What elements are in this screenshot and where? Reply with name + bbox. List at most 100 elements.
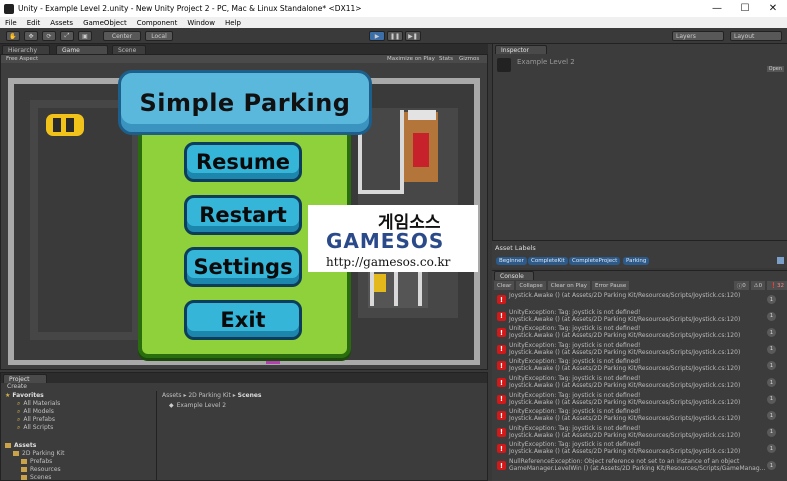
error-icon: !	[497, 411, 506, 421]
assets-header[interactable]: Assets	[5, 442, 36, 449]
menu-assets[interactable]: Assets	[50, 19, 73, 27]
rotate-tool-icon[interactable]: ⟳	[42, 31, 56, 41]
console-toolbar-spacer	[631, 281, 731, 290]
log-count-badge: 1	[767, 378, 776, 387]
folder-2d-parking-kit[interactable]: 2D Parking Kit	[13, 450, 64, 457]
error-count-toggle[interactable]: ❗ 32	[767, 281, 787, 290]
watermark-brand: GAMESOS	[326, 229, 445, 253]
console-log-entry[interactable]: ! UnityException: Tag: joystick is not de…	[494, 391, 784, 408]
console-log-entry[interactable]: ! UnityException: Tag: joystick is not de…	[494, 374, 784, 391]
breadcrumb-scenes[interactable]: Scenes	[238, 392, 262, 399]
console-log-entry[interactable]: ! UnityException: Tag: joystick is not de…	[494, 424, 784, 441]
console-log-entry[interactable]: ! NullReferenceException: Object referenc…	[494, 457, 784, 474]
favorite-all-materials-label: All Materials	[23, 400, 61, 407]
open-button[interactable]: Open	[766, 66, 784, 72]
label-parking[interactable]: Parking	[623, 257, 650, 265]
console-error-pause-button[interactable]: Error Pause	[591, 281, 630, 290]
tab-scene[interactable]: Scene	[112, 45, 146, 54]
console-log-entry[interactable]: ! UnityException: Tag: joystick is not de…	[494, 324, 784, 341]
favorites-label: Favorites	[12, 392, 44, 399]
breadcrumb-assets[interactable]: Assets	[162, 392, 182, 399]
close-button[interactable]: ✕	[759, 3, 787, 14]
log-count: 0	[742, 282, 746, 289]
console-log-entry[interactable]: ! UnityException: Tag: joystick is not de…	[494, 357, 784, 374]
console-log-entry[interactable]: ! UnityException: Tag: joystick is not de…	[494, 407, 784, 424]
minimize-button[interactable]: —	[703, 3, 731, 14]
label-completeproject[interactable]: CompleteProject	[569, 257, 621, 265]
console-log-entry[interactable]: ! UnityException: Tag: joystick is not de…	[494, 341, 784, 358]
maximize-on-play-toggle[interactable]: Maximize on Play	[387, 56, 435, 62]
aspect-dropdown[interactable]: Free Aspect	[6, 56, 38, 62]
unity-icon	[4, 3, 14, 14]
favorite-all-prefabs[interactable]: ⌕ All Prefabs	[17, 416, 55, 424]
log-message: UnityException: Tag: joystick is not def…	[509, 408, 641, 416]
log-stacktrace: Joystick.Awake () (at Assets/2D Parking …	[509, 415, 741, 423]
maximize-button[interactable]: ☐	[731, 3, 759, 14]
menu-gameobject[interactable]: GameObject	[83, 19, 127, 27]
tab-hierarchy[interactable]: Hierarchy	[2, 45, 50, 54]
project-contents: Assets ▸ 2D Parking Kit ▸ Scenes ◆ Exampl…	[159, 391, 487, 481]
console-log-entry[interactable]: ! Joystick.Awake () (at Assets/2D Parking…	[494, 291, 784, 308]
folder-2d-parking-kit-label: 2D Parking Kit	[22, 450, 65, 457]
menu-help[interactable]: Help	[225, 19, 241, 27]
favorite-all-models[interactable]: ⌕ All Models	[17, 408, 54, 416]
log-count-badge: 1	[767, 461, 776, 470]
file-example-level-2[interactable]: ◆ Example Level 2	[169, 402, 226, 409]
layers-dropdown[interactable]: Layers	[672, 31, 724, 41]
create-dropdown[interactable]: Create	[7, 383, 27, 390]
log-message: UnityException: Tag: joystick is not def…	[509, 424, 641, 432]
gizmos-dropdown[interactable]: Gizmos	[459, 56, 479, 62]
folder-resources[interactable]: Resources	[21, 466, 61, 473]
favorite-all-materials[interactable]: ⌕ All Materials	[17, 400, 60, 408]
menu-edit[interactable]: Edit	[27, 19, 41, 27]
menu-window[interactable]: Window	[187, 19, 215, 27]
log-stacktrace: Joystick.Awake () (at Assets/2D Parking …	[509, 398, 741, 406]
rect-tool-icon[interactable]: ▣	[78, 31, 92, 41]
resume-button[interactable]: Resume	[184, 142, 302, 182]
hand-tool-icon[interactable]: ✋	[6, 31, 20, 41]
breadcrumb-2d-parking-kit[interactable]: 2D Parking Kit	[188, 392, 230, 399]
log-count-badge: 1	[767, 394, 776, 404]
tab-project[interactable]: Project	[3, 374, 47, 383]
log-stacktrace: Joystick.Awake () (at Assets/2D Parking …	[509, 431, 741, 439]
exit-button[interactable]: Exit	[184, 300, 302, 340]
tab-inspector[interactable]: Inspector	[495, 45, 547, 54]
stats-toggle[interactable]: Stats	[439, 56, 453, 62]
layout-dropdown[interactable]: Layout	[730, 31, 782, 41]
menu-file[interactable]: File	[5, 19, 17, 27]
favorite-all-models-label: All Models	[23, 408, 54, 415]
move-tool-icon[interactable]: ✥	[24, 31, 38, 41]
console-clear-on-play-button[interactable]: Clear on Play	[547, 281, 590, 290]
tab-console[interactable]: Console	[494, 271, 534, 280]
tag-icon[interactable]	[777, 257, 784, 264]
favorite-all-scripts[interactable]: ⌕ All Scripts	[17, 424, 53, 432]
folder-prefabs[interactable]: Prefabs	[21, 458, 52, 465]
label-completekit[interactable]: CompleteKit	[528, 257, 568, 265]
pivot-space-toggle[interactable]: Local	[145, 31, 173, 41]
star-icon: ★	[5, 392, 11, 399]
menu-component[interactable]: Component	[137, 19, 178, 27]
tab-scene-label: Scene	[118, 46, 137, 54]
console-clear-button[interactable]: Clear	[494, 281, 515, 290]
tab-game[interactable]: Game	[56, 45, 108, 54]
favorites-header[interactable]: ★ Favorites	[5, 392, 44, 399]
console-log-entry[interactable]: ! UnityException: Tag: joystick is not de…	[494, 308, 784, 325]
log-count-toggle[interactable]: ⓘ 0	[733, 281, 749, 290]
error-icon: !	[497, 444, 506, 454]
console-log-entry[interactable]: ! UnityException: Tag: joystick is not de…	[494, 440, 784, 457]
search-icon: ⌕	[17, 424, 21, 431]
restart-button[interactable]: Restart	[184, 195, 302, 235]
label-beginner[interactable]: Beginner	[496, 257, 527, 265]
log-message: UnityException: Tag: joystick is not def…	[509, 375, 641, 382]
settings-button[interactable]: Settings	[184, 247, 302, 287]
error-icon: !	[497, 361, 506, 371]
log-message: Joystick.Awake () (at Assets/2D Parking …	[509, 292, 741, 299]
console-collapse-button[interactable]: Collapse	[516, 281, 546, 290]
warning-count-toggle[interactable]: ⚠ 0	[750, 281, 766, 290]
pause-button[interactable]: ❚❚	[387, 31, 403, 41]
play-button[interactable]: ▶	[369, 31, 385, 41]
scale-tool-icon[interactable]: ⤢	[60, 31, 74, 41]
step-button[interactable]: ▶❚	[405, 31, 421, 41]
folder-scenes[interactable]: Scenes	[21, 474, 51, 481]
pivot-center-toggle[interactable]: Center	[103, 31, 141, 41]
